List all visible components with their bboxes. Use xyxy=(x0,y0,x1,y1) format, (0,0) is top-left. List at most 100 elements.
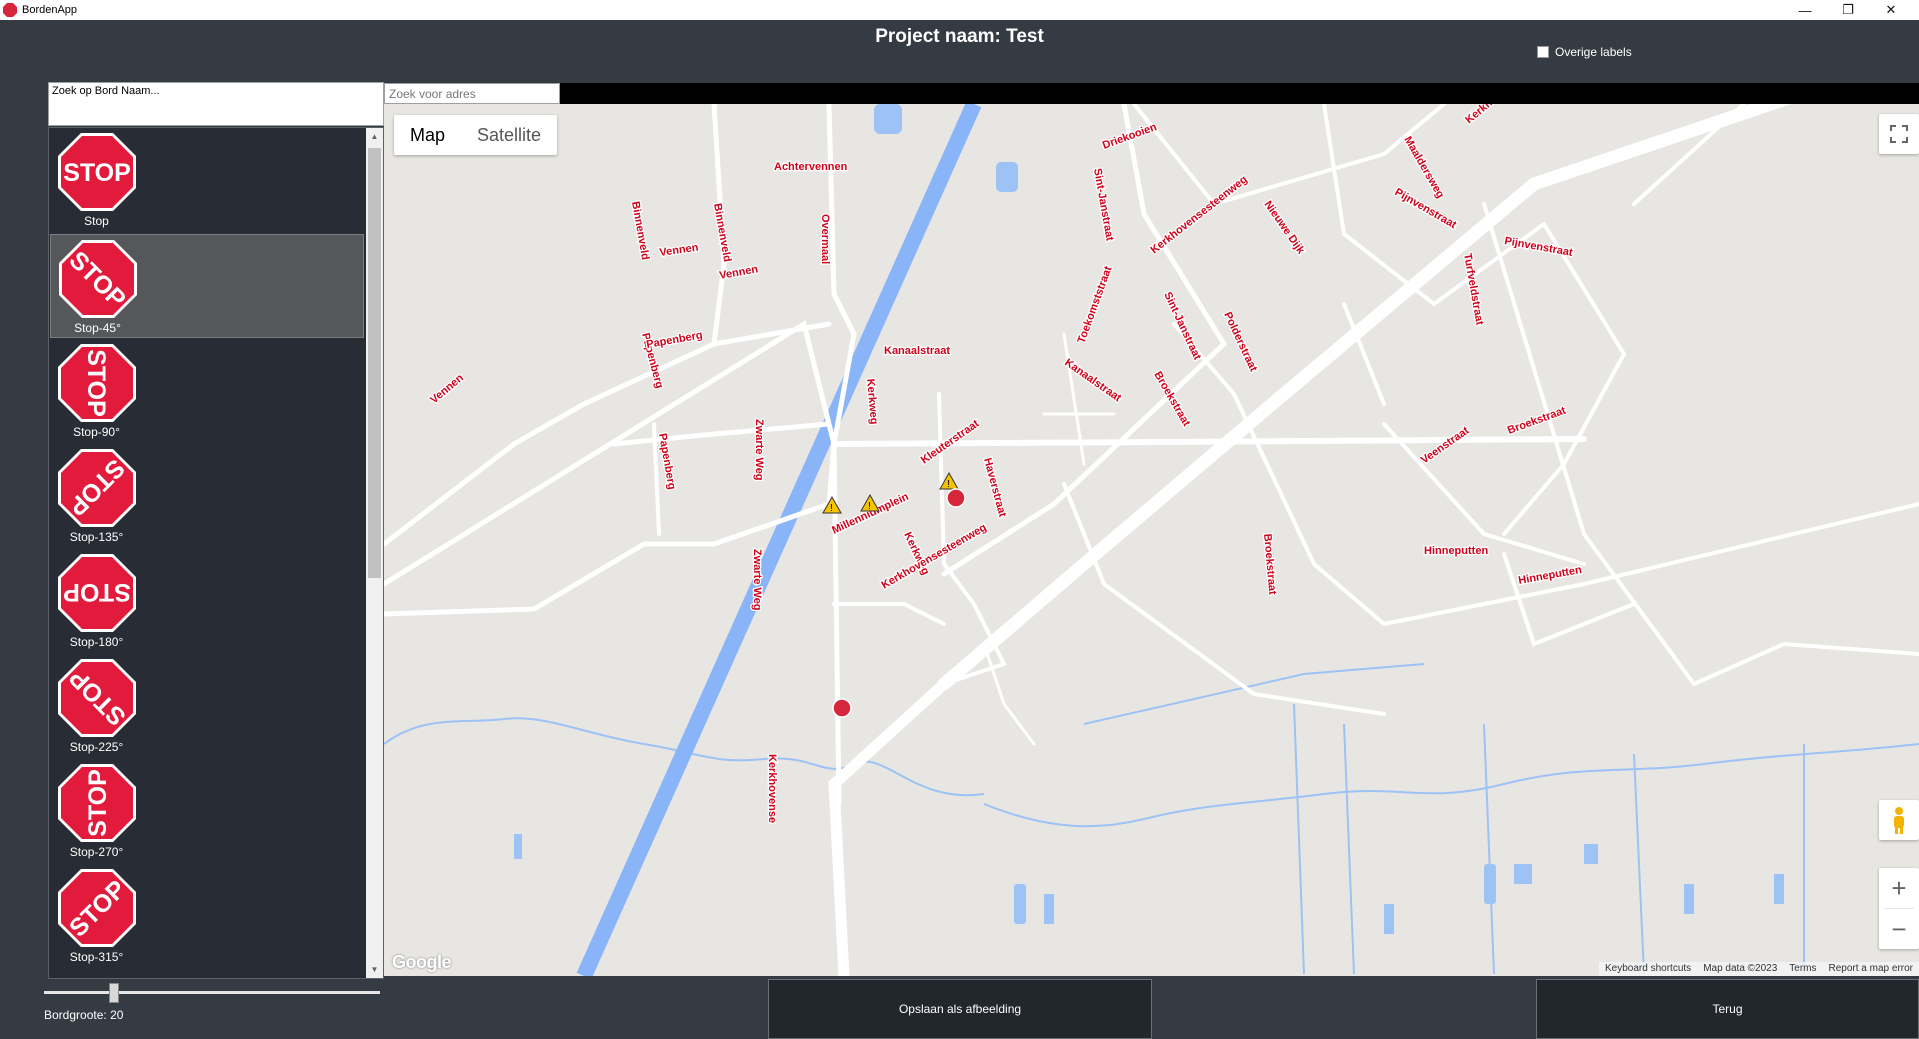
restore-button[interactable]: ❐ xyxy=(1825,0,1871,20)
street-label: Haverstraat xyxy=(981,457,1008,519)
sign-label: Stop xyxy=(84,214,109,228)
sign-size-slider[interactable] xyxy=(44,983,380,1003)
map-view[interactable]: Binnenveld Achtervennen Overmaal Vennen Pape… xyxy=(384,104,1919,976)
sign-item[interactable]: STOP Stop-270° xyxy=(50,759,364,863)
street-label: Vennen xyxy=(659,242,700,259)
slider-track xyxy=(44,991,380,994)
other-labels-label: Overige labels xyxy=(1555,45,1632,59)
street-label: Achtervennen xyxy=(774,161,848,173)
street-label: Toekomststraat xyxy=(1076,264,1115,345)
sign-label: Stop-90° xyxy=(73,425,120,439)
window-title: BordenApp xyxy=(22,4,78,16)
map-type-control: Map Satellite xyxy=(394,115,558,155)
address-search-input[interactable]: Zoek voor adres xyxy=(384,83,560,104)
street-label: Hinneputten xyxy=(1424,545,1488,557)
stop-sign-icon: STOP xyxy=(58,133,136,211)
sign-item[interactable]: STOP Stop-180° xyxy=(50,549,364,653)
title-bar: BordenApp — ❐ ✕ xyxy=(0,0,1919,20)
sign-item[interactable]: STOP Stop-315° xyxy=(50,864,364,968)
street-label: Zwarte Weg xyxy=(753,419,765,481)
fullscreen-button[interactable] xyxy=(1879,114,1919,154)
google-logo[interactable]: Google xyxy=(392,952,452,973)
svg-text:!: ! xyxy=(868,501,871,512)
street-label: Papenberg xyxy=(645,329,703,351)
street-view-pegman[interactable] xyxy=(1879,800,1919,840)
sign-label: Stop-180° xyxy=(69,635,124,649)
save-as-image-button[interactable]: Opslaan als afbeelding xyxy=(768,979,1152,1039)
street-label: Vennen xyxy=(428,372,466,407)
street-label: Veenstraat xyxy=(1419,425,1472,467)
sign-list: STOP Stop STOP Stop-45° STOP Stop-90° STOP Stop… xyxy=(48,127,384,979)
map-attribution: Keyboard shortcuts Map data ©2023 Terms … xyxy=(1599,962,1919,976)
street-label: Kerkhove xyxy=(1463,104,1509,126)
address-bar-strip xyxy=(560,83,1919,104)
sign-item[interactable]: STOP Stop-135° xyxy=(50,444,364,548)
street-label: Hinneputten xyxy=(1517,564,1583,587)
street-label: Polderstraat xyxy=(1221,310,1259,374)
roads xyxy=(384,104,1919,976)
stop-sign-text: STOP xyxy=(82,349,110,417)
other-labels-toggle[interactable]: Overige labels xyxy=(1537,45,1632,59)
sign-label: Stop-315° xyxy=(69,950,124,964)
street-label: Overmaal xyxy=(819,214,831,264)
map-type-satellite-button[interactable]: Satellite xyxy=(461,115,557,155)
keyboard-shortcuts-link[interactable]: Keyboard shortcuts xyxy=(1605,963,1691,975)
scrollbar-thumb[interactable] xyxy=(368,148,381,578)
sign-item[interactable]: STOP Stop-225° xyxy=(50,654,364,758)
slider-thumb[interactable] xyxy=(109,983,119,1003)
scroll-down-arrow-icon[interactable]: ▼ xyxy=(366,961,383,978)
sign-list-scrollbar[interactable]: ▲ ▼ xyxy=(366,128,383,978)
sign-item[interactable]: STOP Stop xyxy=(50,128,364,232)
street-label: Nieuwe Dijk xyxy=(1262,199,1308,257)
stop-sign-icon: STOP xyxy=(58,659,136,737)
sign-item[interactable]: STOP Stop-45° xyxy=(50,234,364,338)
street-labels: Binnenveld Achtervennen Overmaal Vennen Pape… xyxy=(427,104,1584,824)
sign-label: Stop-135° xyxy=(69,530,124,544)
street-label: Zwarte Weg xyxy=(751,549,763,611)
street-label: Maaldersweg xyxy=(1401,135,1446,201)
sign-size-label: Bordgroote: 20 xyxy=(44,1008,123,1022)
water-bodies xyxy=(514,104,1784,934)
street-label: Papenberg xyxy=(656,432,678,490)
zoom-control: + − xyxy=(1879,868,1919,949)
terms-link[interactable]: Terms xyxy=(1789,963,1816,975)
back-button[interactable]: Terug xyxy=(1536,979,1919,1039)
map-data-text: Map data ©2023 xyxy=(1703,963,1778,974)
scroll-up-arrow-icon[interactable]: ▲ xyxy=(366,128,383,145)
sign-label: Stop-45° xyxy=(74,321,121,335)
other-labels-checkbox[interactable] xyxy=(1537,46,1549,58)
sign-label: Stop-225° xyxy=(69,740,124,754)
stop-sign-icon: STOP xyxy=(58,554,136,632)
sign-search-input[interactable]: Zoek op Bord Naam... xyxy=(48,82,384,126)
stop-sign-text: STOP xyxy=(84,769,112,837)
sign-size-value: 20 xyxy=(110,1008,124,1022)
report-map-error-link[interactable]: Report a map error xyxy=(1829,963,1913,975)
street-label: Kerkweg xyxy=(864,378,880,425)
stop-sign-marker-icon[interactable] xyxy=(832,698,852,718)
app-icon xyxy=(3,3,17,17)
stop-sign-icon: STOP xyxy=(58,449,136,527)
stop-sign-marker-icon[interactable] xyxy=(946,488,966,508)
street-label: Kerkhovense xyxy=(766,754,778,823)
sign-item[interactable]: STOP Stop-90° xyxy=(50,339,364,443)
street-label: Binnenveld xyxy=(629,200,651,260)
close-button[interactable]: ✕ xyxy=(1868,0,1914,20)
street-label: Pijnvenstraat xyxy=(1393,186,1459,231)
map-canvas[interactable]: Binnenveld Achtervennen Overmaal Vennen Pape… xyxy=(384,104,1919,976)
sign-size-caption: Bordgroote: xyxy=(44,1008,107,1022)
stop-sign-text: STOP xyxy=(63,578,131,606)
zoom-in-button[interactable]: + xyxy=(1891,868,1906,908)
street-label: Turfveldstraat xyxy=(1461,252,1485,326)
sign-label: Stop-270° xyxy=(69,845,124,859)
street-label: Broekstraat xyxy=(1261,533,1278,595)
stop-sign-icon: STOP xyxy=(58,764,136,842)
street-label: Pijnvenstraat xyxy=(1503,235,1573,259)
pegman-icon xyxy=(1894,807,1904,834)
map-type-map-button[interactable]: Map xyxy=(394,115,461,155)
zoom-out-button[interactable]: − xyxy=(1891,909,1906,949)
svg-text:!: ! xyxy=(830,503,833,514)
minimize-button[interactable]: — xyxy=(1782,0,1828,20)
street-label: Sint-Janstraat xyxy=(1091,167,1116,242)
stop-sign-icon: STOP xyxy=(58,869,136,947)
street-label: Broekstraat xyxy=(1506,405,1568,437)
